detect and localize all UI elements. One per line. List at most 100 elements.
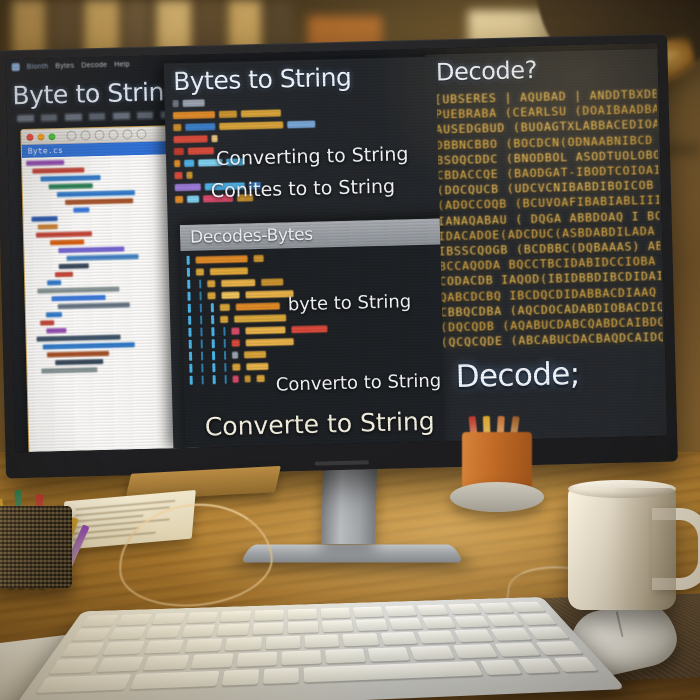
keyboard-key[interactable] (253, 622, 284, 634)
decoded-bytes-titlebar[interactable]: Decodes-Bytes (180, 218, 446, 251)
keyboard-key[interactable] (190, 653, 233, 668)
hex-dump-area[interactable]: [UBSERES | AQUBAD | ANDDTBXDBA PUEBRABA (… (434, 87, 663, 356)
keyboard-key[interactable] (130, 671, 220, 690)
handwritten-byte-to-string: byte to String (288, 291, 412, 315)
keyboard-key[interactable] (385, 606, 417, 617)
keyboard-key[interactable] (554, 657, 598, 672)
keyboard-key[interactable] (263, 668, 298, 684)
keyboard-key[interactable] (102, 641, 144, 655)
keyboard-key[interactable] (454, 629, 494, 642)
menu-item-2[interactable]: Decode (81, 61, 107, 69)
keyboard-key[interactable] (181, 625, 215, 637)
keyboard-key[interactable] (322, 620, 354, 632)
keyboard-key[interactable] (510, 602, 546, 613)
keyboard-key[interactable] (61, 642, 105, 656)
keyboard-key[interactable] (217, 623, 250, 635)
keyboard-key[interactable] (353, 607, 384, 618)
keyboard-key[interactable] (520, 614, 557, 626)
ide-code-line (36, 231, 92, 237)
keyboard[interactable] (8, 597, 626, 700)
keyboard-key[interactable] (116, 614, 151, 626)
keyboard-key[interactable] (220, 611, 251, 622)
keyboard-key[interactable] (479, 603, 514, 614)
ide-code-line (43, 342, 135, 349)
keyboard-key[interactable] (236, 652, 277, 667)
indent-guide (212, 351, 215, 360)
monitor-base (240, 544, 464, 562)
menu-item-1[interactable]: Bytes (55, 62, 74, 69)
keyboard-key[interactable] (410, 646, 454, 660)
settings-icon[interactable] (136, 129, 146, 139)
keyboard-key[interactable] (342, 633, 379, 646)
keyboard-key[interactable] (487, 615, 523, 627)
indent-guide (201, 363, 204, 372)
run-icon[interactable] (66, 131, 76, 141)
keyboard-key[interactable] (36, 674, 132, 693)
keyboard-key[interactable] (143, 655, 189, 670)
debug-icon[interactable] (80, 130, 90, 140)
format-icon[interactable] (94, 130, 104, 140)
indent-guide (224, 362, 227, 371)
pane-bytes-to-string[interactable]: Bytes to String Converting to String Con… (164, 56, 446, 448)
keyboard-key[interactable] (96, 657, 144, 672)
keyboard-key[interactable] (304, 634, 339, 647)
monitor-screen[interactable]: Blonth Bytes Decode Help Byte to String (6, 43, 668, 452)
menu-item-0[interactable]: Blonth (27, 63, 49, 71)
ide-code-line (47, 280, 61, 285)
ide-code-line (46, 312, 62, 317)
close-icon[interactable] (26, 133, 33, 140)
keyboard-key[interactable] (380, 632, 418, 645)
code-token (195, 255, 247, 263)
keyboard-key[interactable] (355, 619, 388, 631)
keyboard-key[interactable] (151, 613, 185, 624)
keyboard-key[interactable] (452, 644, 497, 658)
minimize-icon[interactable] (37, 133, 44, 140)
keyboard-key[interactable] (491, 628, 532, 641)
keyboard-key[interactable] (320, 608, 350, 619)
keyboard-key[interactable] (145, 626, 181, 639)
ide-code-line (55, 359, 103, 365)
keyboard-key[interactable] (422, 617, 457, 629)
keyboard-key[interactable] (49, 658, 99, 674)
code-token (175, 183, 201, 191)
keyboard-key[interactable] (225, 637, 262, 651)
keyboard-key[interactable] (222, 669, 259, 685)
keyboard-key[interactable] (144, 640, 184, 654)
keyboard-key[interactable] (281, 650, 321, 665)
keyboard-key[interactable] (480, 660, 522, 675)
keyboard-key[interactable] (184, 638, 222, 652)
keyboard-key[interactable] (265, 636, 300, 649)
keyboard-key[interactable] (448, 604, 482, 615)
pane-decode[interactable]: Decode? [UBSERES | AQUBAD | ANDDTBXDBA PU… (426, 49, 668, 442)
zoom-icon[interactable] (48, 133, 55, 140)
keyboard-key[interactable] (527, 627, 569, 640)
keyboard-key[interactable] (186, 612, 219, 623)
ide-code-line (46, 328, 66, 334)
pane-left-title: Byte to String (12, 77, 180, 110)
search-icon[interactable] (108, 130, 118, 140)
keyboard-key[interactable] (368, 647, 411, 662)
keyboard-key[interactable] (417, 630, 456, 643)
keyboard-key[interactable] (254, 610, 284, 621)
indent-guide (199, 291, 202, 300)
code-token (261, 278, 283, 286)
keyboard-key[interactable] (535, 641, 583, 655)
keyboard-key[interactable] (288, 621, 319, 633)
pencil-holder-back (450, 432, 544, 518)
profile-icon[interactable] (122, 129, 132, 139)
keyboard-key[interactable] (108, 627, 145, 640)
keyboard-key[interactable] (389, 618, 423, 630)
keyboard-key[interactable] (416, 605, 449, 616)
keyboard-key[interactable] (494, 643, 540, 657)
keyboard-key[interactable] (81, 615, 118, 627)
keyboard-key[interactable] (288, 609, 317, 620)
code-token (209, 267, 247, 275)
keyboard-key[interactable] (517, 658, 560, 673)
code-token (174, 172, 182, 179)
keyboard-key[interactable] (455, 616, 491, 628)
keyboard-key[interactable] (303, 661, 483, 682)
decoded-bytes-window[interactable]: Decodes-Bytes byte to String Converto to… (180, 218, 446, 448)
keyboard-key[interactable] (72, 628, 111, 641)
keyboard-key[interactable] (325, 649, 366, 664)
menu-item-3[interactable]: Help (114, 61, 130, 68)
